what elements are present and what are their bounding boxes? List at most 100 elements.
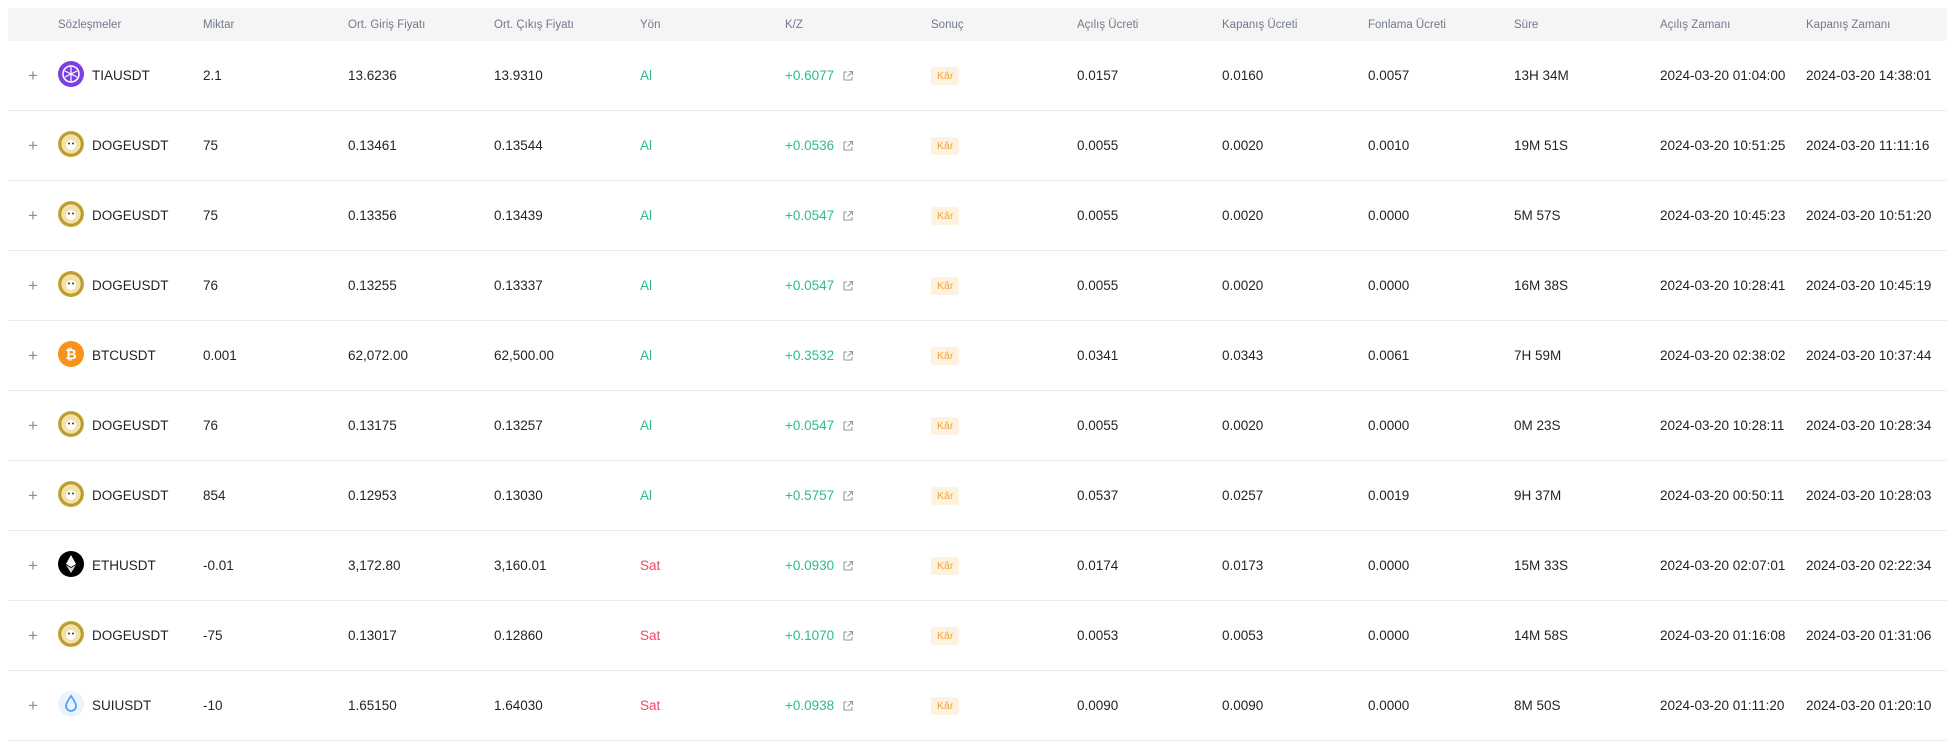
expand-row-button[interactable]: + xyxy=(8,626,58,646)
result-cell: Kâr xyxy=(931,556,1077,575)
doge-icon xyxy=(58,271,84,300)
expand-row-button[interactable]: + xyxy=(8,696,58,716)
contract-cell[interactable]: DOGEUSDT xyxy=(58,621,203,650)
table-row[interactable]: + TIAUSDT 2.1 13.6236 13.9310 Al +0.6077 Kâr 0.0… xyxy=(8,41,1947,111)
table-row[interactable]: + DOGEUSDT 76 0.13175 0.13257 Al +0.0547 Kâr 0.0… xyxy=(8,391,1947,461)
share-pnl-icon[interactable] xyxy=(842,280,854,292)
contract-cell[interactable]: DOGEUSDT xyxy=(58,481,203,510)
contract-symbol: DOGEUSDT xyxy=(92,208,169,223)
pnl-cell: +0.0547 xyxy=(785,278,931,293)
doge-icon xyxy=(58,411,84,440)
header-pnl[interactable]: K/Z xyxy=(785,19,931,31)
pnl-value: +0.3532 xyxy=(785,348,835,363)
contract-cell[interactable]: SUIUSDT xyxy=(58,691,203,720)
open-fee-cell: 0.0055 xyxy=(1077,208,1119,223)
open-time-cell: 2024-03-20 00:50:11 xyxy=(1660,487,1785,503)
pnl-value: +0.1070 xyxy=(785,628,835,643)
result-cell: Kâr xyxy=(931,696,1077,715)
header-open-time[interactable]: Açılış Zamanı xyxy=(1660,19,1806,31)
side-cell: Al xyxy=(640,488,653,503)
header-open-fee[interactable]: Açılış Ücreti xyxy=(1077,19,1222,31)
header-quantity[interactable]: Miktar xyxy=(203,19,348,31)
open-time-cell: 2024-03-20 10:51:25 xyxy=(1660,137,1786,153)
share-pnl-icon[interactable] xyxy=(842,350,854,362)
table-row[interactable]: + ₿ BTCUSDT 0.001 62,072.00 62,500.00 Al +0.353… xyxy=(8,321,1947,391)
header-funding-fee[interactable]: Fonlama Ücreti xyxy=(1368,19,1514,31)
pnl-value: +0.0938 xyxy=(785,698,835,713)
side-cell: Sat xyxy=(640,558,661,573)
contract-cell[interactable]: DOGEUSDT xyxy=(58,411,203,440)
share-pnl-icon[interactable] xyxy=(842,210,854,222)
table-row[interactable]: + DOGEUSDT 76 0.13255 0.13337 Al +0.0547 Kâr 0.0… xyxy=(8,251,1947,321)
header-contract[interactable]: Sözleşmeler xyxy=(58,19,203,31)
table-row[interactable]: + DOGEUSDT -75 0.13017 0.12860 Sat +0.1070 Kâr 0… xyxy=(8,601,1947,671)
share-pnl-icon[interactable] xyxy=(842,490,854,502)
header-avg-exit[interactable]: Ort. Çıkış Fiyatı xyxy=(494,19,640,31)
table-row[interactable]: + DOGEUSDT 854 0.12953 0.13030 Al +0.5757 Kâr 0.… xyxy=(8,461,1947,531)
table-row[interactable]: + DOGEUSDT 75 0.13461 0.13544 Al +0.0536 Kâr 0.0… xyxy=(8,111,1947,181)
pnl-value: +0.5757 xyxy=(785,488,835,503)
side-cell: Al xyxy=(640,68,653,83)
contract-cell[interactable]: DOGEUSDT xyxy=(58,201,203,230)
header-close-fee[interactable]: Kapanış Ücreti xyxy=(1222,19,1368,31)
contract-symbol: DOGEUSDT xyxy=(92,418,169,433)
avg-exit-cell: 0.12860 xyxy=(494,628,543,643)
header-duration[interactable]: Süre xyxy=(1514,19,1660,31)
share-pnl-icon[interactable] xyxy=(842,560,854,572)
close-time-cell: 2024-03-20 10:45:19 xyxy=(1806,277,1932,293)
contract-cell[interactable]: DOGEUSDT xyxy=(58,271,203,300)
contract-symbol: DOGEUSDT xyxy=(92,488,169,503)
pnl-value: +0.0547 xyxy=(785,278,835,293)
expand-row-button[interactable]: + xyxy=(8,206,58,226)
quantity-cell: 75 xyxy=(203,138,219,153)
side-cell: Sat xyxy=(640,628,661,643)
contract-symbol: ETHUSDT xyxy=(92,558,156,573)
avg-entry-cell: 0.13017 xyxy=(348,628,397,643)
contract-cell[interactable]: ₿ BTCUSDT xyxy=(58,341,203,370)
duration-cell: 15M 33S xyxy=(1514,558,1569,573)
expand-row-button[interactable]: + xyxy=(8,486,58,506)
share-pnl-icon[interactable] xyxy=(842,140,854,152)
table-row[interactable]: + DOGEUSDT 75 0.13356 0.13439 Al +0.0547 Kâr 0.0… xyxy=(8,181,1947,251)
open-time-cell: 2024-03-20 02:38:02 xyxy=(1660,347,1786,363)
expand-row-button[interactable]: + xyxy=(8,416,58,436)
close-fee-cell: 0.0160 xyxy=(1222,68,1264,83)
share-pnl-icon[interactable] xyxy=(842,420,854,432)
header-result[interactable]: Sonuç xyxy=(931,19,1077,31)
pnl-cell: +0.0938 xyxy=(785,698,931,713)
result-badge: Kâr xyxy=(931,346,960,365)
header-side[interactable]: Yön xyxy=(640,19,785,31)
expand-row-button[interactable]: + xyxy=(8,346,58,366)
expand-row-button[interactable]: + xyxy=(8,66,58,86)
share-pnl-icon[interactable] xyxy=(842,700,854,712)
close-fee-cell: 0.0257 xyxy=(1222,488,1264,503)
table-row[interactable]: + ETHUSDT -0.01 3,172.80 3,160.01 Sat +0.0930 K… xyxy=(8,531,1947,601)
expand-row-button[interactable]: + xyxy=(8,556,58,576)
avg-exit-cell: 0.13257 xyxy=(494,418,543,433)
contract-cell[interactable]: ETHUSDT xyxy=(58,551,203,580)
expand-row-button[interactable]: + xyxy=(8,276,58,296)
pnl-value: +0.0547 xyxy=(785,208,835,223)
contract-cell[interactable]: DOGEUSDT xyxy=(58,131,203,160)
quantity-cell: -10 xyxy=(203,698,223,713)
header-avg-entry[interactable]: Ort. Giriş Fiyatı xyxy=(348,19,494,31)
expand-row-button[interactable]: + xyxy=(8,136,58,156)
open-fee-cell: 0.0174 xyxy=(1077,558,1119,573)
share-pnl-icon[interactable] xyxy=(842,70,854,82)
avg-entry-cell: 0.13175 xyxy=(348,418,397,433)
result-cell: Kâr xyxy=(931,276,1077,295)
result-badge: Kâr xyxy=(931,66,960,85)
duration-cell: 7H 59M xyxy=(1514,348,1562,363)
header-close-time[interactable]: Kapanış Zamanı xyxy=(1806,19,1947,31)
side-cell: Al xyxy=(640,418,653,433)
share-pnl-icon[interactable] xyxy=(842,630,854,642)
contract-cell[interactable]: TIAUSDT xyxy=(58,61,203,90)
side-cell: Sat xyxy=(640,698,661,713)
pnl-cell: +0.6077 xyxy=(785,68,931,83)
result-cell: Kâr xyxy=(931,206,1077,225)
table-row[interactable]: + SUIUSDT -10 1.65150 1.64030 Sat +0.0938 Kâr 0.… xyxy=(8,671,1947,741)
side-cell: Al xyxy=(640,278,653,293)
avg-exit-cell: 0.13544 xyxy=(494,138,543,153)
duration-cell: 13H 34M xyxy=(1514,68,1569,83)
table-body: + TIAUSDT 2.1 13.6236 13.9310 Al +0.6077 Kâr 0.0… xyxy=(8,41,1947,741)
